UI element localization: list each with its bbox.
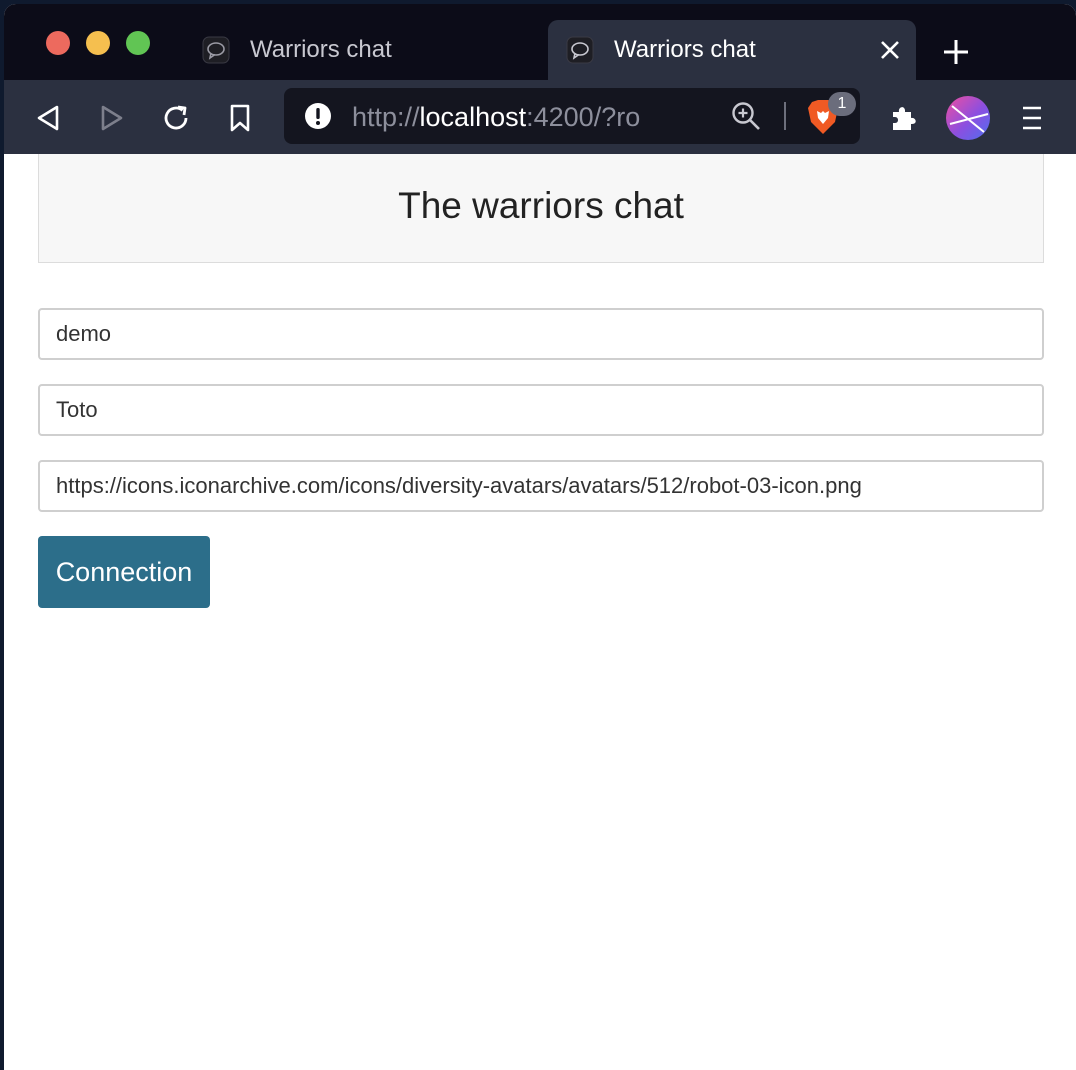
back-icon[interactable] bbox=[28, 98, 68, 138]
toolbar: http://localhost:4200/?ro... 1 bbox=[4, 80, 1076, 154]
tab-title: Warriors chat bbox=[250, 36, 392, 63]
username-input[interactable] bbox=[38, 384, 1044, 436]
shields-count-badge: 1 bbox=[828, 92, 856, 116]
page-content: The warriors chat Connection bbox=[4, 154, 1076, 1070]
reload-icon[interactable] bbox=[156, 98, 196, 138]
bookmark-icon[interactable] bbox=[220, 98, 260, 138]
header-card: The warriors chat bbox=[38, 154, 1044, 263]
tab-strip: Warriors chat Warriors chat bbox=[4, 4, 1076, 80]
new-tab-icon[interactable] bbox=[938, 34, 974, 70]
address-bar[interactable]: http://localhost:4200/?ro... 1 bbox=[284, 88, 860, 144]
chat-bubble-icon bbox=[566, 36, 594, 64]
tab-title: Warriors chat bbox=[614, 36, 756, 63]
tab-inactive[interactable]: Warriors chat bbox=[198, 20, 548, 80]
url-text[interactable]: http://localhost:4200/?ro... bbox=[352, 102, 642, 132]
tab-active[interactable]: Warriors chat bbox=[548, 20, 916, 80]
chat-bubble-icon bbox=[202, 36, 230, 64]
browser-window: Warriors chat Warriors chat http://local… bbox=[4, 4, 1076, 1070]
page-title: The warriors chat bbox=[398, 185, 684, 226]
minimize-window-button[interactable] bbox=[86, 31, 110, 55]
url-path: :4200/?ro... bbox=[526, 102, 642, 132]
close-window-button[interactable] bbox=[46, 31, 70, 55]
profile-avatar[interactable] bbox=[946, 96, 990, 140]
extensions-icon[interactable] bbox=[884, 98, 924, 138]
avatar-url-input[interactable] bbox=[38, 460, 1044, 512]
divider bbox=[784, 102, 786, 130]
url-host: localhost bbox=[419, 102, 527, 132]
connection-button[interactable]: Connection bbox=[38, 536, 210, 608]
forward-icon[interactable] bbox=[92, 98, 132, 138]
info-icon[interactable] bbox=[304, 102, 332, 130]
maximize-window-button[interactable] bbox=[126, 31, 150, 55]
close-tab-icon[interactable] bbox=[874, 34, 906, 66]
zoom-icon[interactable] bbox=[730, 100, 762, 132]
room-input[interactable] bbox=[38, 308, 1044, 360]
menu-icon[interactable] bbox=[1012, 98, 1052, 138]
url-scheme: http:// bbox=[352, 102, 420, 132]
